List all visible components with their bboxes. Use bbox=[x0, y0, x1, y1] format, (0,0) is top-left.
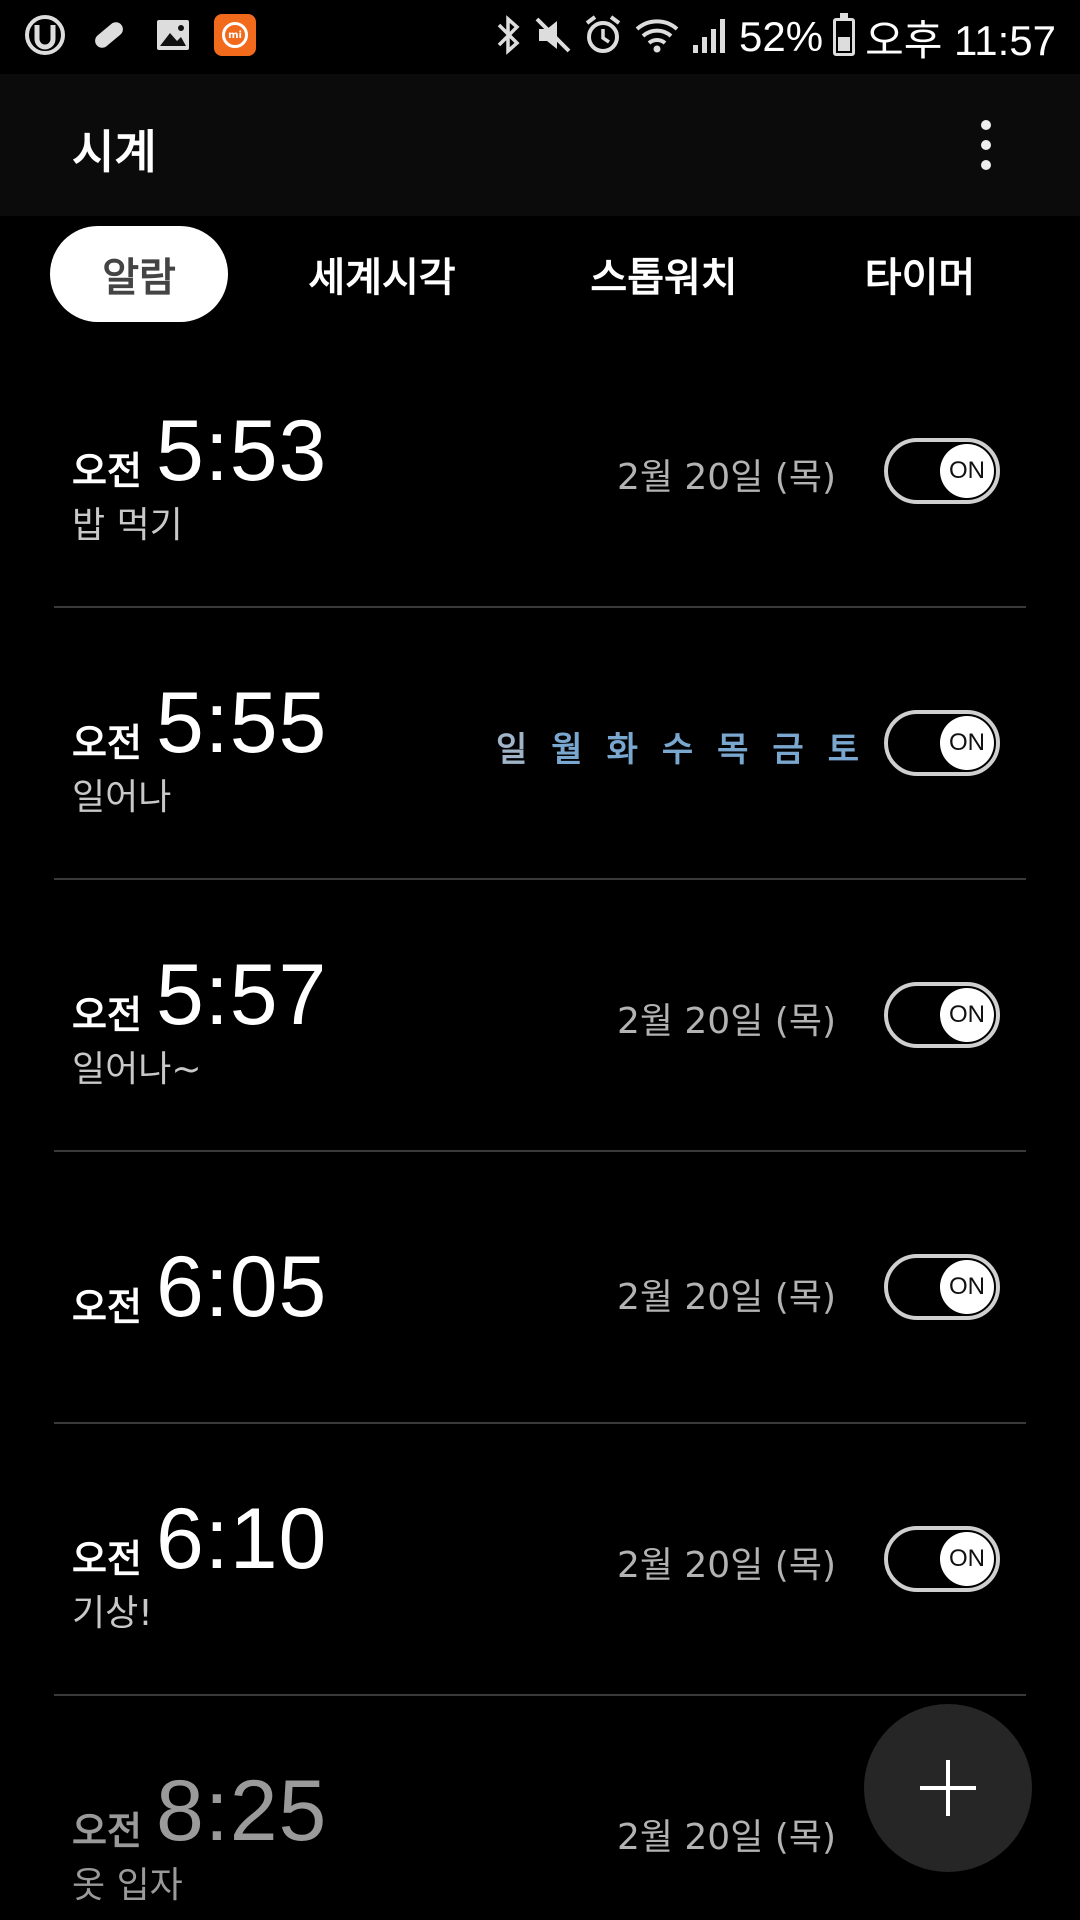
alarm-label: 옷 입자 bbox=[72, 1865, 183, 1906]
alarm-toggle[interactable]: ON bbox=[884, 1526, 1000, 1592]
tab-stopwatch[interactable]: 스톱워치 bbox=[578, 226, 750, 322]
alarm-date: 2월 20일 (목) bbox=[616, 457, 836, 498]
tab-alarm[interactable]: 알람 bbox=[50, 226, 228, 322]
u-app-icon bbox=[22, 12, 68, 58]
day-thu: 목 bbox=[717, 730, 749, 770]
alarm-date: 2월 20일 (목) bbox=[616, 1817, 836, 1858]
toggle-knob: ON bbox=[940, 444, 994, 498]
alarm-icon bbox=[583, 13, 623, 61]
alarm-ampm: 오전 bbox=[72, 1809, 142, 1853]
day-wed: 수 bbox=[661, 730, 694, 770]
alarm-label: 밥 먹기 bbox=[72, 505, 183, 546]
alarm-date: 2월 20일 (목) bbox=[616, 1545, 836, 1586]
toggle-knob: ON bbox=[940, 988, 994, 1042]
alarm-label: 기상! bbox=[72, 1593, 153, 1634]
signal-icon bbox=[691, 13, 729, 61]
alarm-time: 5:55 bbox=[156, 675, 328, 771]
alarm-time: 8:25 bbox=[156, 1763, 328, 1859]
more-dot bbox=[981, 160, 991, 170]
alarm-toggle[interactable]: ON bbox=[884, 710, 1000, 776]
battery-icon bbox=[833, 13, 856, 56]
battery-percent: 52% bbox=[739, 13, 824, 60]
mute-icon bbox=[533, 13, 573, 61]
alarm-item[interactable]: 오전 6:10 기상! 2월 20일 (목) ON bbox=[0, 1424, 1080, 1696]
alarm-item[interactable]: 오전 6:05 2월 20일 (목) ON bbox=[0, 1152, 1080, 1424]
alarm-time: 5:57 bbox=[156, 947, 328, 1043]
more-dot bbox=[981, 120, 991, 130]
day-tue: 화 bbox=[606, 730, 638, 770]
add-alarm-button[interactable] bbox=[864, 1704, 1032, 1872]
alarm-item[interactable]: 오전 5:53 밥 먹기 2월 20일 (목) ON bbox=[0, 336, 1080, 608]
more-options-button[interactable] bbox=[968, 114, 1004, 176]
status-right: 52% 오후 11:57 bbox=[493, 8, 1056, 66]
app-title: 시계 bbox=[72, 125, 157, 179]
alarm-toggle[interactable]: ON bbox=[884, 438, 1000, 504]
alarm-ampm: 오전 bbox=[72, 993, 142, 1037]
tab-bar: 알람 세계시각 스톱워치 타이머 bbox=[0, 216, 1080, 336]
toggle-knob: ON bbox=[940, 716, 994, 770]
day-fri: 금 bbox=[772, 730, 804, 770]
alarm-item[interactable]: 오전 5:55 일어나 일 월 화 수 목 금 토 ON bbox=[0, 608, 1080, 880]
image-icon bbox=[150, 12, 196, 58]
alarm-ampm: 오전 bbox=[72, 721, 142, 765]
alarm-ampm: 오전 bbox=[72, 449, 142, 493]
status-left-icons: mi bbox=[22, 12, 256, 58]
tab-timer[interactable]: 타이머 bbox=[860, 226, 980, 322]
toggle-knob: ON bbox=[940, 1260, 994, 1314]
more-dot bbox=[981, 140, 991, 150]
toggle-knob: ON bbox=[940, 1532, 994, 1586]
alarm-label: 일어나~ bbox=[72, 1049, 202, 1090]
alarm-time: 6:10 bbox=[156, 1491, 328, 1587]
alarm-toggle[interactable]: ON bbox=[884, 982, 1000, 1048]
day-mon: 월 bbox=[551, 730, 583, 770]
status-time: 오후 11:57 bbox=[865, 16, 1056, 64]
status-bar: mi 52% 오후 11:57 bbox=[0, 0, 1080, 74]
alarm-ampm: 오전 bbox=[72, 1285, 142, 1329]
day-sun: 일 bbox=[496, 730, 528, 770]
tab-world-clock[interactable]: 세계시각 bbox=[296, 226, 468, 322]
alarm-date: 2월 20일 (목) bbox=[616, 1001, 836, 1042]
alarm-time: 5:53 bbox=[156, 403, 328, 499]
app-bar: 시계 bbox=[0, 74, 1080, 216]
bluetooth-icon bbox=[493, 13, 523, 61]
mi-icon: mi bbox=[214, 14, 256, 56]
alarm-date: 2월 20일 (목) bbox=[616, 1277, 836, 1318]
alarm-item[interactable]: 오전 5:57 일어나~ 2월 20일 (목) ON bbox=[0, 880, 1080, 1152]
day-sat: 토 bbox=[827, 730, 859, 770]
repeat-days: 일 월 화 수 목 금 토 bbox=[496, 722, 859, 771]
alarm-toggle[interactable]: ON bbox=[884, 1254, 1000, 1320]
alarm-label: 일어나 bbox=[72, 777, 172, 818]
wifi-icon bbox=[633, 13, 681, 61]
pill-icon bbox=[86, 12, 132, 58]
plus-icon bbox=[920, 1760, 976, 1816]
alarm-ampm: 오전 bbox=[72, 1537, 142, 1581]
alarm-time: 6:05 bbox=[156, 1239, 328, 1335]
